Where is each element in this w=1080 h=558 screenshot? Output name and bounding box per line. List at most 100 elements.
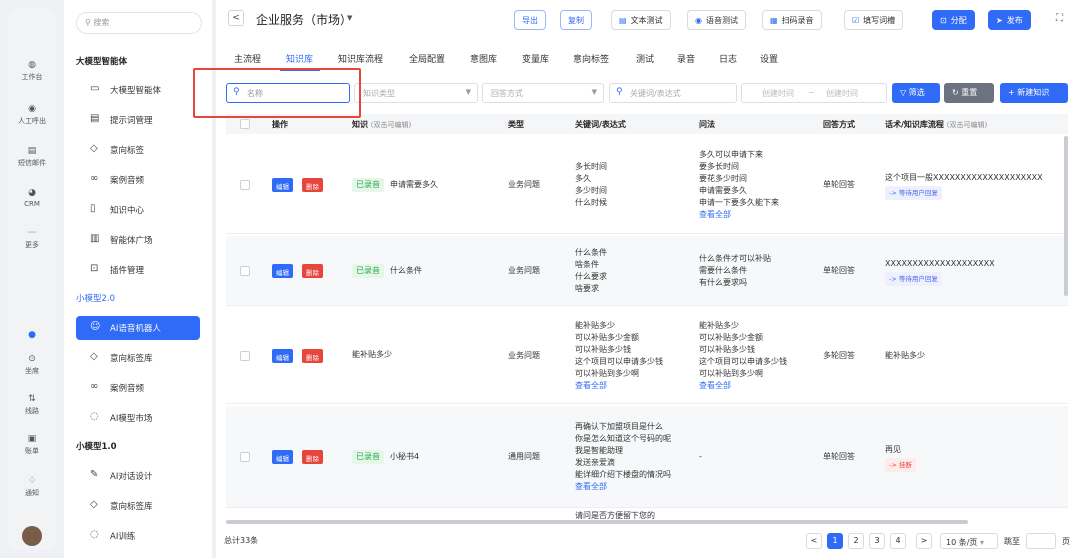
knowledge-cell[interactable]: 已录音 申请需要多久: [352, 178, 438, 192]
rail-item[interactable]: ⋯ 更多: [8, 228, 56, 250]
question-line: 需要什么条件: [699, 266, 747, 275]
avatar[interactable]: [22, 526, 42, 546]
sidebar-item[interactable]: ◌ AI模型市场: [76, 406, 200, 430]
sidebar-item[interactable]: ◇ 意向标签库: [76, 346, 200, 370]
view-all-link[interactable]: 查看全部: [699, 380, 787, 392]
sidebar-item[interactable]: ◌ AI训练: [76, 524, 200, 548]
tab-item[interactable]: 知识库流程: [338, 52, 383, 65]
keyword-line: 你是怎么知道这个号码的呢: [575, 434, 671, 443]
rail-item[interactable]: ◉ 人工呼出: [8, 104, 56, 126]
keyword-line: 可以补贴多少金额: [575, 333, 639, 342]
toolbar-button[interactable]: ▤ 文本测试: [611, 10, 671, 30]
sidebar-item-icon: ▭: [90, 83, 100, 94]
toolbar-button[interactable]: ☑ 填写词槽: [844, 10, 904, 30]
rail-item[interactable]: ◕ CRM: [8, 188, 56, 208]
horizontal-scrollbar[interactable]: [226, 520, 968, 524]
back-button[interactable]: <: [228, 10, 244, 26]
tab-item[interactable]: 变量库: [522, 52, 549, 65]
tab-item[interactable]: 日志: [719, 52, 737, 65]
page-button[interactable]: 1: [827, 533, 843, 549]
reset-button[interactable]: ↻ 重置: [944, 83, 994, 103]
rail-item[interactable]: ♢ 通知: [8, 476, 56, 498]
rail-item[interactable]: ▣ 账单: [8, 434, 56, 456]
delete-button[interactable]: 删除: [302, 178, 323, 192]
script-cell[interactable]: 能补贴多少: [885, 350, 925, 362]
delete-button[interactable]: 删除: [302, 264, 323, 278]
keyword-search-input[interactable]: ⚲ 关键词/表达式: [609, 83, 737, 103]
sidebar-item[interactable]: ∞ 案例音频: [76, 168, 200, 192]
tab-item[interactable]: 录音: [677, 52, 695, 65]
answer-type-select[interactable]: 回答方式 ▼: [482, 83, 604, 103]
rail-item[interactable]: ◍ 工作台: [8, 60, 56, 82]
sidebar-item[interactable]: ▥ 智能体广场: [76, 228, 200, 252]
sidebar-item[interactable]: ✎ AI对话设计: [76, 464, 200, 488]
bell-icon: ♢: [27, 476, 37, 486]
knowledge-type-select[interactable]: 知识类型 ▼: [354, 83, 478, 103]
sidebar-item[interactable]: ▯ 知识中心: [76, 198, 200, 222]
tab-item[interactable]: 设置: [760, 52, 778, 65]
rail-item-ai[interactable]: ●: [8, 330, 56, 342]
tab-item[interactable]: 主流程: [234, 52, 261, 65]
view-all-link[interactable]: 查看全部: [575, 481, 671, 493]
filter-button[interactable]: ▽ 筛选: [892, 83, 940, 103]
rail-item[interactable]: ⇅ 线路: [8, 394, 56, 416]
tab-item[interactable]: 测试: [636, 52, 654, 65]
tab-item[interactable]: 知识库: [286, 52, 313, 65]
page-button[interactable]: 3: [869, 533, 885, 549]
knowledge-cell[interactable]: 已录音 什么条件: [352, 264, 422, 278]
delete-button[interactable]: 删除: [302, 450, 323, 464]
edit-button[interactable]: 编辑: [272, 178, 293, 192]
toolbar-button[interactable]: ▦ 扫码录音: [762, 10, 822, 30]
col-questions: 问法: [699, 120, 715, 129]
script-cell[interactable]: 再见 -> 挂断: [885, 444, 916, 472]
sidebar-item[interactable]: ☺ AI语音机器人: [76, 316, 200, 340]
sidebar-item[interactable]: ◇ 意向标签: [76, 138, 200, 162]
edit-button[interactable]: 编辑: [272, 264, 293, 278]
knowledge-cell[interactable]: 能补贴多少: [352, 349, 392, 361]
edit-button[interactable]: 编辑: [272, 349, 293, 363]
script-cell[interactable]: XXXXXXXXXXXXXXXXXXXX -> 等待用户回复: [885, 258, 995, 286]
delete-button[interactable]: 删除: [302, 349, 323, 363]
sidebar-item[interactable]: ▤ 提示词管理: [76, 108, 200, 132]
tab-item[interactable]: 意图库: [470, 52, 497, 65]
toolbar-button[interactable]: ◉ 语音测试: [687, 10, 746, 30]
page-button[interactable]: 2: [848, 533, 864, 549]
created-time-range[interactable]: 创建时间 ~ 创建时间: [741, 83, 887, 103]
toolbar-button[interactable]: ⊡ 分配: [932, 10, 975, 30]
next-page-button[interactable]: >: [916, 533, 932, 549]
edit-button[interactable]: 编辑: [272, 450, 293, 464]
tab-item[interactable]: 全局配置: [409, 52, 445, 65]
prev-page-button[interactable]: <: [806, 533, 822, 549]
sidebar-item[interactable]: ◇ 意向标签库: [76, 494, 200, 518]
row-checkbox[interactable]: [240, 180, 250, 190]
row-checkbox[interactable]: [240, 266, 250, 276]
jump-page-input[interactable]: [1026, 533, 1056, 549]
view-all-link[interactable]: 查看全部: [699, 209, 779, 221]
toolbar-button[interactable]: 复制: [560, 10, 592, 30]
tab-item[interactable]: 意向标签: [573, 52, 609, 65]
row-checkbox[interactable]: [240, 351, 250, 361]
select-all-checkbox[interactable]: [240, 119, 250, 129]
sidebar-item[interactable]: ▭ 大模型智能体: [76, 78, 200, 102]
question-line: 要花多少时间: [699, 174, 747, 183]
sidebar-search-input[interactable]: ⚲ 搜索: [76, 12, 202, 34]
vertical-scrollbar[interactable]: [1064, 136, 1068, 296]
page-size-select[interactable]: 10 条/页 ▾: [940, 533, 998, 549]
script-text: 能补贴多少: [885, 351, 925, 360]
toolbar-button[interactable]: 导出: [514, 10, 546, 30]
script-cell[interactable]: 这个项目一般XXXXXXXXXXXXXXXXXXXX -> 等待用户回复: [885, 172, 1043, 200]
sidebar-item[interactable]: ⊡ 插件管理: [76, 258, 200, 282]
knowledge-cell[interactable]: 已录音 小秘书4: [352, 450, 419, 464]
script-text: XXXXXXXXXXXXXXXXXXXX: [885, 259, 995, 268]
fullscreen-icon[interactable]: ⛶: [1056, 13, 1063, 24]
toolbar-button[interactable]: ➤ 发布: [988, 10, 1031, 30]
view-all-link[interactable]: 查看全部: [575, 380, 663, 392]
chevron-down-icon[interactable]: ▼: [347, 14, 352, 22]
bill-icon: ▣: [27, 434, 37, 444]
rail-item[interactable]: ▤ 短信邮件: [8, 146, 56, 168]
rail-item[interactable]: ⊙ 坐席: [8, 354, 56, 376]
row-checkbox[interactable]: [240, 452, 250, 462]
sidebar-item[interactable]: ∞ 案例音频: [76, 376, 200, 400]
new-knowledge-button[interactable]: + 新建知识: [1000, 83, 1068, 103]
page-button[interactable]: 4: [890, 533, 906, 549]
